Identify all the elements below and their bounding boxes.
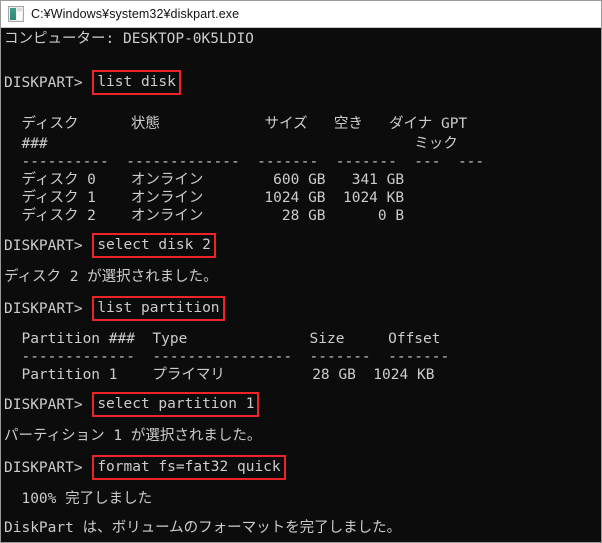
format-progress-line: 100% 完了しました xyxy=(4,491,153,507)
prompt-line-list-partition: DISKPART> list partition xyxy=(4,296,225,321)
partition-select-result: パーティション 1 が選択されました。 xyxy=(4,428,262,444)
disk-table-row: ディスク 0 オンライン 600 GB 341 GB xyxy=(4,172,405,188)
computer-name-line: コンピューター: DESKTOP-0K5LDIO xyxy=(4,31,254,47)
prompt-label: DISKPART> xyxy=(4,396,92,413)
window-title: C:¥Windows¥system32¥diskpart.exe xyxy=(31,7,240,21)
window-titlebar[interactable]: C:¥Windows¥system32¥diskpart.exe xyxy=(1,1,601,28)
command-select-disk[interactable]: select disk 2 xyxy=(92,233,216,258)
disk-table-header-line2: ### ミック xyxy=(4,136,458,152)
command-list-partition[interactable]: list partition xyxy=(92,296,225,321)
prompt-label: DISKPART> xyxy=(4,237,92,254)
disk-table-row: ディスク 1 オンライン 1024 GB 1024 KB xyxy=(4,190,405,206)
command-select-partition[interactable]: select partition 1 xyxy=(92,392,260,417)
prompt-line-select-partition: DISKPART> select partition 1 xyxy=(4,392,260,417)
console-output-area[interactable]: コンピューター: DESKTOP-0K5LDIO DISKPART> list … xyxy=(1,28,601,542)
partition-table-separator: ------------- ---------------- ------- -… xyxy=(4,349,450,365)
prompt-label: DISKPART> xyxy=(4,300,92,317)
prompt-line-list-disk: DISKPART> list disk xyxy=(4,70,181,95)
command-format[interactable]: format fs=fat32 quick xyxy=(92,455,286,480)
disk-table-row: ディスク 2 オンライン 28 GB 0 B xyxy=(4,208,405,224)
diskpart-console-window: C:¥Windows¥system32¥diskpart.exe コンピューター… xyxy=(0,0,602,543)
prompt-line-select-disk: DISKPART> select disk 2 xyxy=(4,233,216,258)
format-result-line: DiskPart は、ボリュームのフォーマットを完了しました。 xyxy=(4,520,402,536)
partition-table-row: Partition 1 プライマリ 28 GB 1024 KB xyxy=(4,367,435,383)
console-window-icon xyxy=(8,6,24,22)
disk-select-result: ディスク 2 が選択されました。 xyxy=(4,269,218,285)
prompt-line-format: DISKPART> format fs=fat32 quick xyxy=(4,455,286,480)
command-list-disk[interactable]: list disk xyxy=(92,70,181,95)
partition-table-header: Partition ### Type Size Offset xyxy=(4,331,441,347)
prompt-label: DISKPART> xyxy=(4,459,92,476)
disk-table-separator: ---------- ------------- ------- -------… xyxy=(4,154,485,170)
prompt-label: DISKPART> xyxy=(4,74,92,91)
disk-table-header-line1: ディスク 状態 サイズ 空き ダイナ GPT xyxy=(4,116,468,132)
